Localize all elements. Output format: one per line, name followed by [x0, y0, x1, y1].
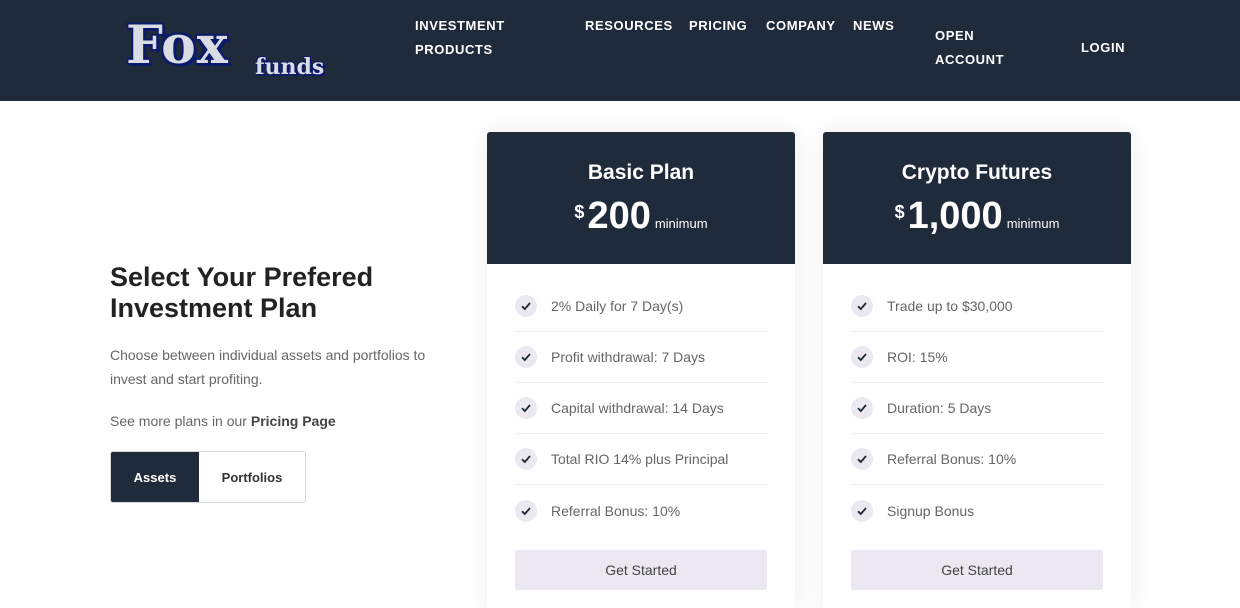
price-suffix: minimum — [1006, 216, 1060, 231]
check-icon — [851, 295, 873, 317]
logo-fox-text: Fox — [126, 15, 229, 76]
assets-toggle-button[interactable]: Assets — [111, 452, 199, 502]
check-icon — [851, 448, 873, 470]
plan-feature: Capital withdrawal: 14 Days — [515, 383, 767, 434]
top-navbar: Fox funds INVESTMENT PRODUCTS RESOURCES … — [0, 0, 1240, 101]
get-started-button[interactable]: Get Started — [515, 550, 767, 590]
nav-open-account[interactable]: OPEN ACCOUNT — [935, 24, 1015, 72]
check-icon — [515, 346, 537, 368]
nav-pricing[interactable]: PRICING — [689, 14, 747, 38]
plan-card-header: Basic Plan $ 200 minimum — [487, 132, 795, 264]
price-amount: 200 — [587, 195, 651, 237]
foxfunds-logo[interactable]: Fox funds — [126, 16, 331, 82]
plan-feature: Trade up to $30,000 — [851, 281, 1103, 332]
logo-funds-text: funds — [255, 54, 325, 80]
plan-price: $ 1,000 minimum — [823, 196, 1131, 236]
section-description: Choose between individual assets and por… — [110, 347, 426, 387]
pricing-note-prefix: See more plans in our — [110, 413, 251, 429]
check-icon — [851, 499, 873, 522]
plan-name: Crypto Futures — [901, 161, 1053, 184]
plan-feature: 2% Daily for 7 Day(s) — [515, 281, 767, 332]
nav-investment-products[interactable]: INVESTMENT PRODUCTS — [415, 14, 525, 62]
feature-text: Trade up to $30,000 — [887, 298, 1013, 314]
price-amount: 1,000 — [907, 195, 1003, 237]
plan-feature: Duration: 5 Days — [851, 383, 1103, 434]
feature-text: Total RIO 14% plus Principal — [551, 451, 729, 467]
check-icon — [515, 499, 537, 522]
plan-card-header: Crypto Futures $ 1,000 minimum — [823, 132, 1131, 264]
plan-feature: Referral Bonus: 10% — [851, 434, 1103, 485]
plan-feature: Profit withdrawal: 7 Days — [515, 332, 767, 383]
nav-news[interactable]: NEWS — [853, 14, 894, 38]
check-icon — [515, 448, 537, 470]
nav-company[interactable]: COMPANY — [766, 14, 836, 38]
portfolios-toggle-button[interactable]: Portfolios — [199, 452, 305, 502]
plan-card-crypto-futures: Crypto Futures $ 1,000 minimum Trade up … — [823, 132, 1131, 608]
plan-price: $ 200 minimum — [487, 196, 795, 236]
plan-feature: Signup Bonus — [851, 485, 1103, 536]
feature-text: Signup Bonus — [887, 502, 975, 519]
plan-feature: ROI: 15% — [851, 332, 1103, 383]
plan-name: Basic Plan — [587, 161, 695, 184]
pricing-page-note: See more plans in our Pricing Page — [110, 410, 336, 432]
plan-feature-list: Trade up to $30,000 ROI: 15% Duration: 5… — [851, 281, 1103, 536]
check-icon — [515, 397, 537, 419]
nav-resources[interactable]: RESOURCES — [585, 14, 673, 38]
feature-text: Referral Bonus: 10% — [887, 451, 1017, 467]
check-icon — [515, 295, 537, 317]
plan-type-toggle: Assets Portfolios — [110, 451, 306, 503]
section-headline: Select Your Prefered Investment Plan — [110, 262, 374, 323]
feature-text: Capital withdrawal: 14 Days — [551, 400, 724, 416]
price-currency: $ — [894, 202, 905, 222]
nav-login[interactable]: LOGIN — [1081, 36, 1125, 60]
price-currency: $ — [574, 202, 585, 222]
plan-card-basic: Basic Plan $ 200 minimum 2% Daily for 7 … — [487, 132, 795, 608]
plan-feature-list: 2% Daily for 7 Day(s) Profit withdrawal:… — [515, 281, 767, 536]
pricing-page-link[interactable]: Pricing Page — [251, 413, 336, 429]
feature-text: Referral Bonus: 10% — [551, 502, 681, 519]
plan-feature: Referral Bonus: 10% — [515, 485, 767, 536]
feature-text: Duration: 5 Days — [887, 400, 992, 416]
check-icon — [851, 346, 873, 368]
plan-feature: Total RIO 14% plus Principal — [515, 434, 767, 485]
feature-text: 2% Daily for 7 Day(s) — [551, 298, 684, 314]
feature-text: ROI: 15% — [887, 349, 948, 365]
price-suffix: minimum — [654, 216, 708, 231]
get-started-button[interactable]: Get Started — [851, 550, 1103, 590]
feature-text: Profit withdrawal: 7 Days — [551, 349, 706, 365]
check-icon — [851, 397, 873, 419]
